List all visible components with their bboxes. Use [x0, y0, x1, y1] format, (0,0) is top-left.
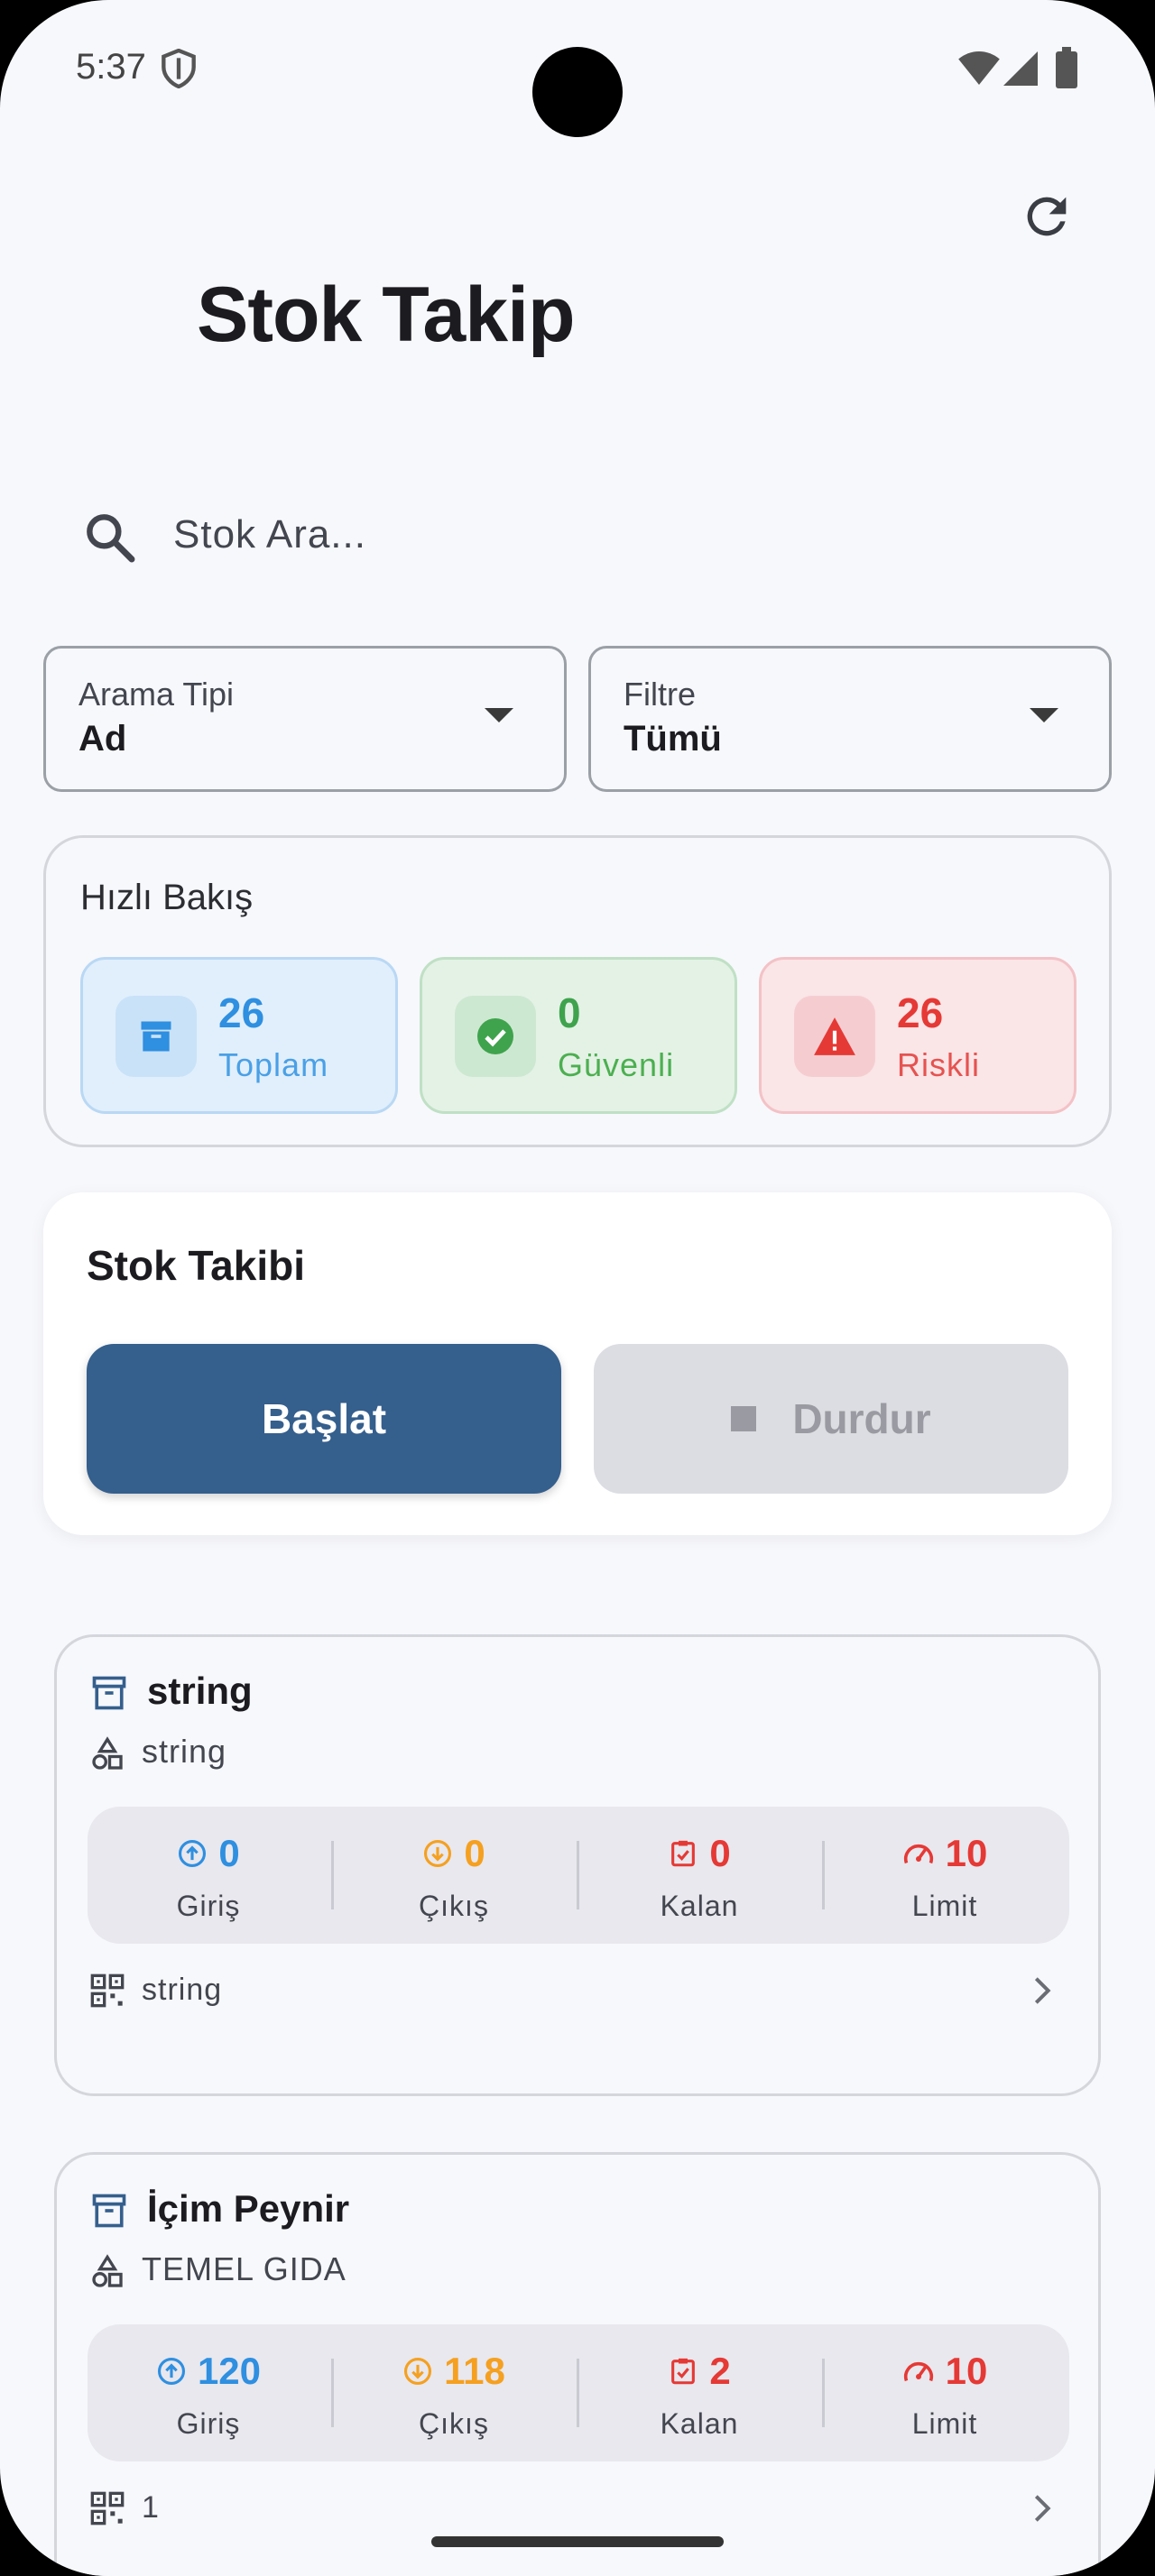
stop-button-label: Durdur — [792, 1395, 931, 1442]
warning-icon — [794, 996, 875, 1077]
item-code: 1 — [142, 2490, 160, 2525]
category-icon — [89, 1736, 125, 1772]
chevron-right-icon — [1024, 2490, 1060, 2526]
status-time: 5:37 — [76, 47, 146, 87]
item-name: İçim Peynir — [147, 2187, 350, 2230]
metric-in: 120 Giriş — [88, 2324, 329, 2461]
metric-remaining-label: Kalan — [660, 1890, 739, 1922]
clipboard-check-icon — [671, 2358, 696, 2385]
arrow-up-circle-icon — [157, 2357, 185, 2386]
qr-code-icon — [89, 1973, 125, 2009]
arrow-down-circle-icon — [404, 2357, 432, 2386]
battery-icon — [1056, 47, 1077, 88]
metric-in-value: 0 — [218, 1832, 240, 1874]
item-code: string — [142, 1973, 223, 2007]
archive-icon — [116, 996, 197, 1077]
overview-title: Hızlı Bakış — [80, 878, 254, 917]
search-icon — [81, 509, 139, 566]
metric-out: 118 Çıkış — [333, 2324, 575, 2461]
metric-in-label: Giriş — [176, 2407, 241, 2440]
metric-in-label: Giriş — [176, 1890, 241, 1922]
front-camera — [532, 47, 623, 137]
archive-icon — [89, 1673, 129, 1713]
metric-out-value: 0 — [464, 1832, 485, 1874]
start-button-label: Başlat — [261, 1395, 387, 1442]
overview-panel: Hızlı Bakış 26 Toplam 0 Güvenli 26 Riskl… — [43, 835, 1112, 1147]
filter-value: Tümü — [624, 719, 722, 759]
search-type-value: Ad — [79, 719, 127, 759]
metric-in: 0 Giriş — [88, 1807, 329, 1944]
stat-safe-value: 0 — [558, 989, 581, 1036]
metric-limit: 10 Limit — [824, 1807, 1066, 1944]
item-name: string — [147, 1670, 253, 1712]
metric-limit-value: 10 — [945, 1832, 988, 1874]
metric-in-value: 120 — [197, 2350, 262, 2392]
stat-safe[interactable]: 0 Güvenli — [420, 957, 737, 1114]
search-input[interactable]: Stok Ara... — [173, 512, 366, 557]
metric-out: 0 Çıkış — [333, 1807, 575, 1944]
speedometer-icon — [903, 1844, 933, 1864]
dropdown-arrow-icon — [1030, 708, 1058, 722]
metric-out-label: Çıkış — [419, 1890, 489, 1922]
metric-remaining-value: 2 — [709, 2350, 731, 2392]
refresh-icon — [1027, 197, 1067, 236]
filter-label: Filtre — [624, 676, 696, 713]
item-category: TEMEL GIDA — [142, 2250, 346, 2287]
search-type-label: Arama Tipi — [79, 676, 235, 713]
item-category: string — [142, 1733, 227, 1770]
stat-safe-label: Güvenli — [558, 1046, 675, 1083]
stop-button[interactable]: Durdur — [594, 1344, 1068, 1494]
item-metrics: 0 Giriş 0 Çıkış 0 Kalan 10 Limit — [88, 1807, 1069, 1944]
stock-item-card[interactable]: İçim Peynir TEMEL GIDA 120 Giriş 118 Çık… — [54, 2152, 1101, 2576]
stat-risky-label: Riskli — [897, 1046, 980, 1083]
shield-icon — [161, 49, 197, 88]
arrow-down-circle-icon — [424, 1839, 452, 1868]
signal-icon — [1003, 51, 1038, 87]
page-title: Stok Takip — [197, 271, 575, 358]
metric-limit-value: 10 — [945, 2350, 988, 2392]
speedometer-icon — [903, 2361, 933, 2382]
dropdown-arrow-icon — [485, 708, 513, 722]
item-metrics: 120 Giriş 118 Çıkış 2 Kalan 10 Limit — [88, 2324, 1069, 2461]
metric-limit: 10 Limit — [824, 2324, 1066, 2461]
filter-dropdown[interactable]: Filtre Tümü — [588, 646, 1112, 792]
metric-out-value: 118 — [444, 2350, 505, 2392]
metric-remaining: 2 Kalan — [578, 2324, 820, 2461]
stat-total-value: 26 — [218, 989, 265, 1036]
clipboard-check-icon — [671, 1840, 696, 1867]
qr-code-icon — [89, 2490, 125, 2526]
start-button[interactable]: Başlat — [87, 1344, 561, 1494]
category-icon — [89, 2254, 125, 2290]
stat-risky[interactable]: 26 Riskli — [759, 957, 1076, 1114]
stat-total[interactable]: 26 Toplam — [80, 957, 398, 1114]
stat-risky-value: 26 — [897, 989, 944, 1036]
metric-remaining-label: Kalan — [660, 2407, 739, 2440]
check-circle-icon — [455, 996, 536, 1077]
stock-item-card[interactable]: string string 0 Giriş 0 Çıkış 0 Kalan 10… — [54, 1634, 1101, 2096]
app-screen: 5:37 Stok Takip Stok Ara... Arama Tipi A… — [0, 0, 1155, 2576]
home-indicator[interactable] — [431, 2536, 724, 2547]
wifi-icon — [958, 51, 1000, 85]
chevron-right-icon — [1024, 1973, 1060, 2009]
arrow-up-circle-icon — [179, 1839, 207, 1868]
stop-icon — [731, 1406, 757, 1431]
metric-out-label: Çıkış — [419, 2407, 489, 2440]
tracking-title: Stok Takibi — [87, 1242, 305, 1289]
tracking-card: Stok Takibi Başlat Durdur — [43, 1192, 1112, 1535]
search-type-dropdown[interactable]: Arama Tipi Ad — [43, 646, 567, 792]
metric-remaining: 0 Kalan — [578, 1807, 820, 1944]
stat-total-label: Toplam — [218, 1046, 329, 1083]
metric-remaining-value: 0 — [709, 1832, 731, 1874]
refresh-button[interactable] — [1018, 188, 1076, 245]
archive-icon — [89, 2191, 129, 2231]
metric-limit-label: Limit — [911, 1890, 978, 1922]
metric-limit-label: Limit — [911, 2407, 978, 2440]
